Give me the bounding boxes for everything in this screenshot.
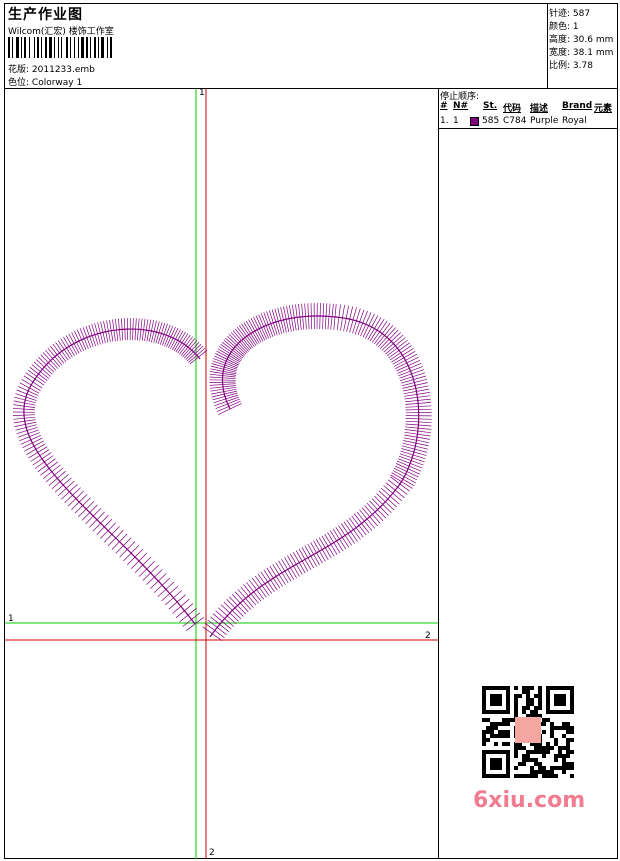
watermark-logo: 6xiu.com: [473, 788, 586, 813]
table-header: # N# St. 代码 描述 Brand 元素: [440, 101, 618, 114]
heart-embroidery: [12, 302, 432, 641]
red-v-label: 2: [209, 848, 215, 858]
col-elem: 元素: [594, 104, 613, 114]
colorway-label: 色位:: [8, 78, 30, 88]
stat-scale: 比例: 3.78: [549, 61, 593, 71]
stat-stitches: 针迹: 587: [549, 9, 591, 19]
stat-width: 宽度: 38.1 mm: [549, 48, 614, 58]
stat-height: 高度: 30.6 mm: [549, 35, 614, 45]
company-name: Wilcom(汇宏) 楼饰工作室: [8, 27, 114, 37]
col-desc: 描述: [530, 104, 549, 114]
color-swatch: [470, 117, 479, 126]
barcode: [8, 37, 112, 58]
design-canvas: [5, 89, 438, 859]
green-h-label: 1: [8, 614, 14, 624]
col-n: N#: [453, 101, 469, 111]
design-value: 2011233.emb: [31, 65, 95, 75]
red-h-label: 2: [425, 631, 431, 641]
table-row: 1. 1 585 C784 Purple Royal: [440, 116, 587, 126]
qr-center-logo: [515, 717, 541, 743]
design-file: 花版: 2011233.emb: [8, 62, 95, 75]
design-label: 花版:: [8, 65, 30, 75]
table-divider: [438, 128, 618, 129]
col-num: #: [440, 101, 448, 111]
stat-colors: 颜色: 1: [549, 22, 579, 32]
colorway-value: Colorway 1: [31, 78, 83, 88]
page-title: 生产作业图: [8, 7, 83, 23]
col-brand: Brand: [562, 101, 593, 111]
colorway: 色位: Colorway 1: [8, 75, 82, 88]
green-v-label: 1: [199, 88, 205, 98]
sidebar-divider: [438, 88, 439, 859]
col-st: St.: [483, 101, 498, 111]
col-code: 代码: [503, 104, 522, 114]
production-sheet: { "header": { "title": "生产作业图", "company…: [0, 0, 620, 861]
qr-code-icon: [471, 680, 585, 780]
stats-divider: [547, 3, 548, 88]
